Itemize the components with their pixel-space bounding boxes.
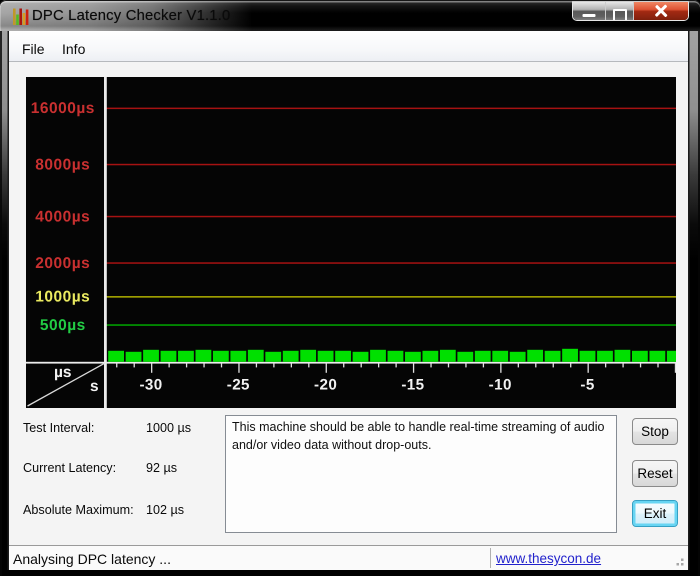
svg-text:-25: -25 (227, 377, 250, 394)
svg-text:-20: -20 (314, 377, 337, 394)
svg-text:-15: -15 (401, 377, 424, 394)
svg-text:µs: µs (54, 364, 72, 381)
svg-text:-30: -30 (139, 377, 162, 394)
svg-text:8000µs: 8000µs (35, 156, 90, 173)
svg-text:500µs: 500µs (40, 317, 86, 334)
svg-text:4000µs: 4000µs (35, 208, 90, 225)
svg-text:-10: -10 (489, 377, 512, 394)
svg-text:1000µs: 1000µs (35, 289, 90, 306)
svg-text:16000µs: 16000µs (31, 100, 95, 117)
svg-text:2000µs: 2000µs (35, 255, 90, 272)
svg-text:-5: -5 (580, 377, 594, 394)
svg-text:s: s (90, 378, 99, 395)
